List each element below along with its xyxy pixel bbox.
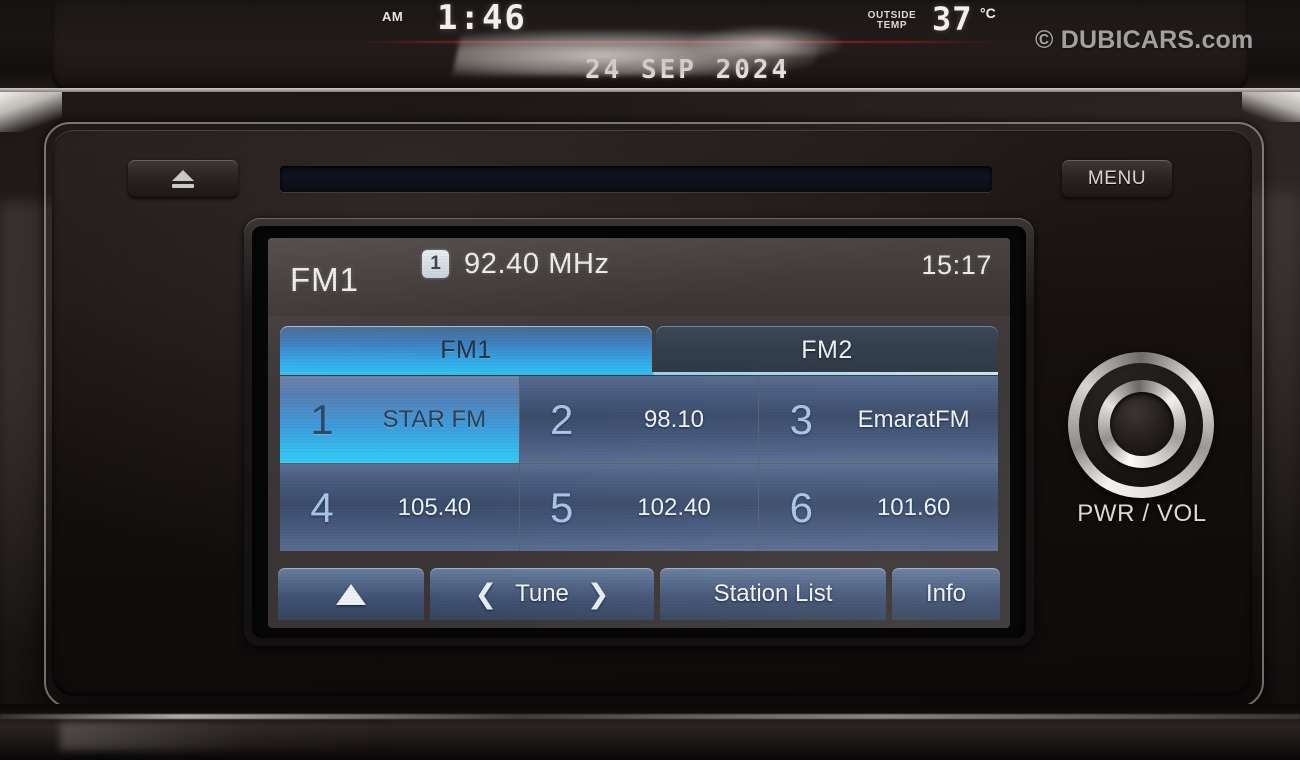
preset-value-2: 98.10: [643, 405, 705, 433]
tune-button[interactable]: ❮ Tune ❯: [430, 568, 654, 620]
eject-button[interactable]: [128, 160, 238, 198]
tab-fm1[interactable]: FM1: [280, 326, 652, 374]
preset-number-2: 2: [549, 395, 574, 443]
preset-number-4: 4: [310, 483, 334, 531]
band-tabs: FM1 FM2: [280, 326, 998, 374]
tune-label: Tune: [515, 580, 569, 607]
outside-temp-label: OUTSIDE TEMP: [864, 11, 920, 31]
preset-button-5[interactable]: 5 102.40: [519, 464, 759, 551]
info-label: Info: [925, 580, 967, 607]
pwr-vol-label: PWR / VOL: [1077, 500, 1207, 527]
radio-screen[interactable]: FM1 1 92.40 MHz 15:17 FM1 FM2 1 STAR FM …: [268, 238, 1010, 628]
preset-grid: 1 STAR FM 2 98.10 3 EmaratFM 4 105.40 5 …: [280, 376, 998, 551]
screen-header-background: [268, 238, 1010, 316]
chevron-right-icon[interactable]: ❯: [587, 579, 610, 610]
preset-button-1[interactable]: 1 STAR FM: [280, 376, 519, 463]
soft-key-row: ❮ Tune ❯ Station List Info: [278, 568, 1000, 620]
info-button[interactable]: Info: [892, 568, 1000, 620]
pwr-vol-knob[interactable]: [1068, 352, 1214, 498]
eject-icon: [170, 169, 196, 189]
watermark: © DUBICARS.com: [1035, 26, 1254, 54]
scroll-up-button[interactable]: [278, 568, 424, 620]
station-list-label: Station List: [713, 580, 833, 607]
dash-corner-left: [0, 92, 62, 132]
tab-fm2-label: FM2: [801, 335, 853, 364]
screen-clock: 15:17: [921, 250, 992, 280]
preset-button-3[interactable]: 3 EmaratFM: [759, 376, 998, 463]
dash-corner-right: [1242, 92, 1300, 122]
preset-button-2[interactable]: 2 98.10: [519, 376, 759, 463]
preset-number-5: 5: [549, 483, 574, 531]
up-triangle-icon: [336, 583, 366, 605]
current-frequency: 92.40 MHz: [464, 248, 610, 280]
preset-value-5: 102.40: [637, 493, 711, 521]
current-band-label: FM1: [290, 261, 359, 298]
lower-trim-reflection: [60, 722, 390, 750]
preset-value-3: EmaratFM: [857, 405, 970, 433]
cluster-am-indicator: AM: [382, 9, 404, 24]
preset-value-6: 101.60: [876, 493, 951, 521]
tab-fm2[interactable]: FM2: [656, 326, 998, 374]
cluster-glare-small: [692, 26, 842, 56]
outside-temp-unit: °C: [980, 5, 996, 21]
preset-value-1: STAR FM: [382, 405, 487, 433]
tabs-underline: [280, 372, 998, 375]
cd-slot[interactable]: [280, 166, 992, 192]
preset-number-1: 1: [310, 395, 334, 443]
knob-face[interactable]: [1110, 392, 1174, 456]
preset-number-3: 3: [789, 395, 813, 443]
outside-temp-value: 37: [932, 0, 973, 38]
preset-button-4[interactable]: 4 105.40: [280, 464, 519, 551]
preset-button-6[interactable]: 6 101.60: [759, 464, 998, 551]
chevron-left-icon[interactable]: ❮: [474, 579, 497, 610]
tab-fm1-label: FM1: [440, 335, 492, 364]
screen-header: FM1 1 92.40 MHz 15:17: [268, 238, 1010, 316]
station-list-button[interactable]: Station List: [660, 568, 886, 620]
lower-trim-highlight: [0, 714, 1300, 719]
menu-button-label: MENU: [1087, 168, 1147, 189]
outside-temp-label-line2: TEMP: [876, 20, 908, 31]
car-infotainment-photo: AM 1:46 24 SEP 2024 OUTSIDE TEMP 37 °C M…: [0, 0, 1300, 760]
preset-number-6: 6: [789, 483, 813, 531]
preset-value-4: 105.40: [397, 493, 472, 521]
menu-button[interactable]: MENU: [1062, 160, 1172, 198]
current-preset-badge: 1: [422, 250, 449, 278]
